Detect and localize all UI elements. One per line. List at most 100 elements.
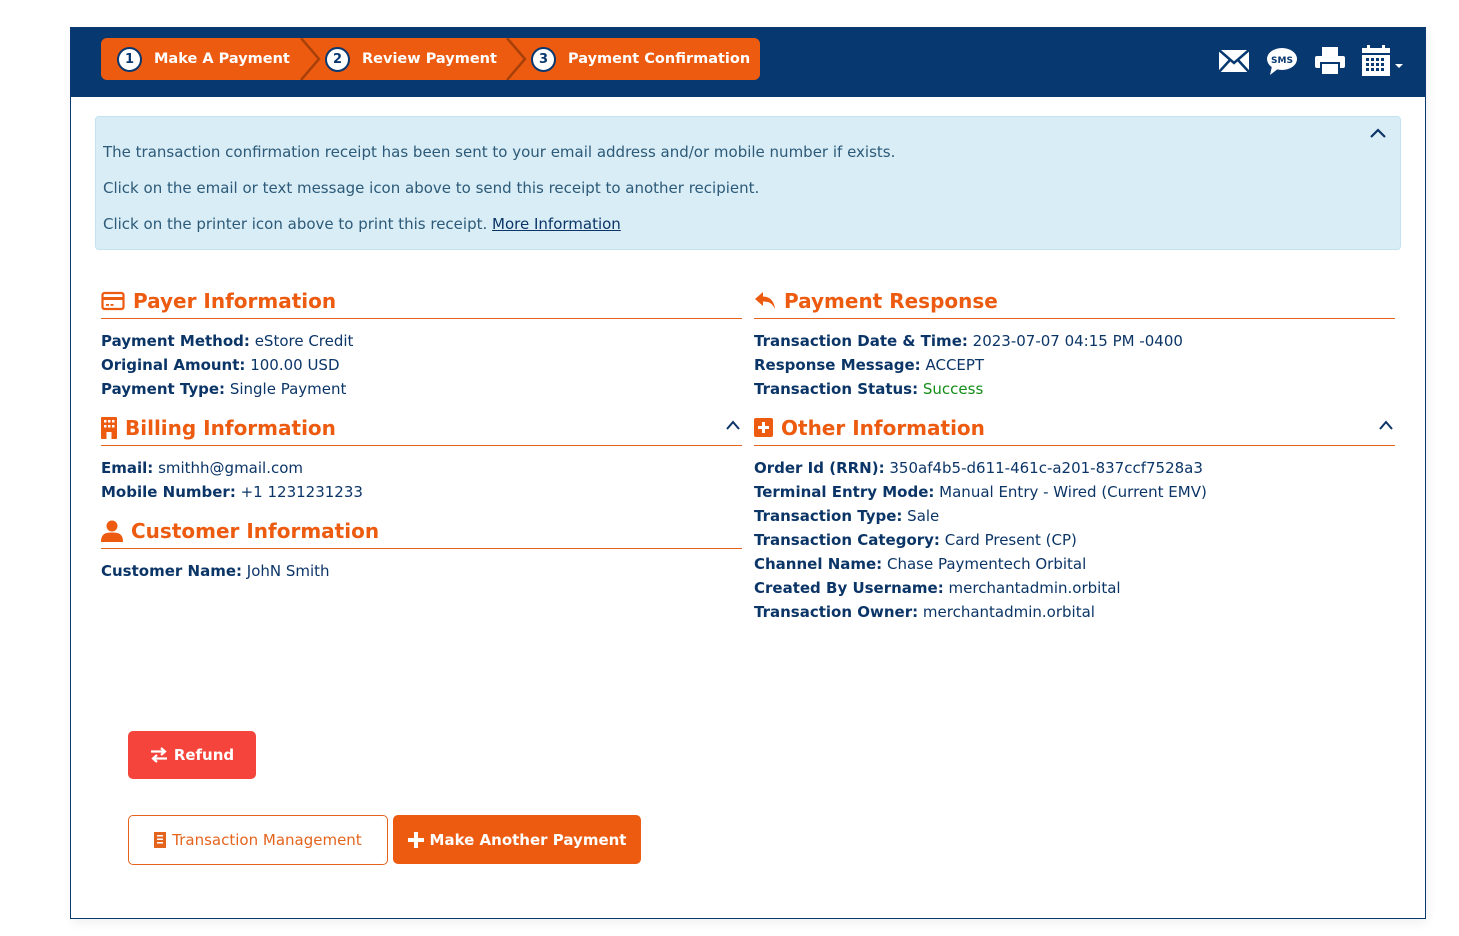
info-row: Mobile Number: +1 1231231233 bbox=[101, 480, 742, 504]
info-row: Terminal Entry Mode: Manual Entry - Wire… bbox=[754, 480, 1395, 504]
info-row: Transaction Category: Card Present (CP) bbox=[754, 528, 1395, 552]
payer-information-section: Payer Information Payment Method: eStore… bbox=[101, 283, 742, 401]
step-label: Payment Confirmation bbox=[568, 51, 751, 67]
section-heading: Payer Information bbox=[101, 283, 742, 319]
row-value: eStore Credit bbox=[254, 332, 354, 350]
calendar-dropdown[interactable] bbox=[1361, 44, 1405, 78]
row-value: 100.00 USD bbox=[250, 356, 340, 374]
step-label: Make A Payment bbox=[154, 51, 290, 67]
row-label: Mobile Number: bbox=[101, 483, 236, 501]
row-value: JohN Smith bbox=[246, 562, 330, 580]
section-title: Billing Information bbox=[125, 415, 336, 440]
section-heading: Payment Response bbox=[754, 283, 1395, 319]
row-label: Channel Name: bbox=[754, 555, 883, 573]
row-value: +1 1231231233 bbox=[240, 483, 363, 501]
response-rows: Transaction Date & Time: 2023-07-07 04:1… bbox=[754, 319, 1395, 401]
sms-text: SMS bbox=[1271, 56, 1293, 66]
row-value: merchantadmin.orbital bbox=[948, 579, 1121, 597]
row-value: Chase Paymentech Orbital bbox=[886, 555, 1087, 573]
alert-line-2: Click on the email or text message icon … bbox=[103, 179, 760, 197]
customer-rows: Customer Name: JohN Smith bbox=[101, 549, 742, 583]
sms-icon[interactable]: SMS bbox=[1265, 44, 1299, 78]
row-label: Transaction Owner: bbox=[754, 603, 919, 621]
step-review-payment[interactable]: 2 Review Payment bbox=[309, 38, 527, 80]
row-value: merchantadmin.orbital bbox=[922, 603, 1095, 621]
customer-information-section: Customer Information Customer Name: JohN… bbox=[101, 513, 742, 583]
printer-icon[interactable] bbox=[1313, 44, 1347, 78]
make-another-payment-button[interactable]: Make Another Payment bbox=[393, 815, 641, 864]
section-heading: Billing Information bbox=[101, 410, 742, 446]
row-value: Card Present (CP) bbox=[944, 531, 1077, 549]
receipt-info-alert: The transaction confirmation receipt has… bbox=[95, 116, 1401, 250]
step-divider-icon bbox=[506, 38, 527, 80]
section-title: Payment Response bbox=[784, 288, 998, 313]
step-number: 2 bbox=[325, 46, 350, 72]
row-label: Transaction Date & Time: bbox=[754, 332, 968, 350]
row-value: Manual Entry - Wired (Current EMV) bbox=[939, 483, 1207, 501]
payer-rows: Payment Method: eStore Credit Original A… bbox=[101, 319, 742, 401]
step-number: 1 bbox=[117, 46, 142, 72]
email-icon[interactable] bbox=[1217, 44, 1251, 78]
info-row: Order Id (RRN): 350af4b5-d611-461c-a201-… bbox=[754, 456, 1395, 480]
alert-line-3: Click on the printer icon above to print… bbox=[103, 215, 621, 233]
row-label: Order Id (RRN): bbox=[754, 459, 885, 477]
other-information-section: Other Information Order Id (RRN): 350af4… bbox=[754, 410, 1395, 624]
info-row: Created By Username: merchantadmin.orbit… bbox=[754, 576, 1395, 600]
info-row: Email: smithh@gmail.com bbox=[101, 456, 742, 480]
row-value: Single Payment bbox=[229, 380, 347, 398]
top-bar: 1 Make A Payment 2 Review Payment 3 Paym… bbox=[71, 28, 1425, 97]
info-row: Response Message: ACCEPT bbox=[754, 353, 1395, 377]
calendar-icon bbox=[1362, 45, 1403, 76]
step-label: Review Payment bbox=[362, 51, 497, 67]
refund-button[interactable]: Refund bbox=[128, 731, 256, 779]
step-number: 3 bbox=[531, 46, 556, 72]
info-row: Customer Name: JohN Smith bbox=[101, 559, 742, 583]
step-divider-icon bbox=[300, 38, 321, 80]
alert-line-3-text: Click on the printer icon above to print… bbox=[103, 215, 488, 233]
row-label: Response Message: bbox=[754, 356, 921, 374]
info-row: Transaction Status: Success bbox=[754, 377, 1395, 401]
transaction-management-label: Transaction Management bbox=[172, 831, 362, 849]
info-row: Transaction Owner: merchantadmin.orbital bbox=[754, 600, 1395, 624]
reply-icon bbox=[754, 291, 776, 311]
chevron-up-icon[interactable] bbox=[724, 418, 742, 432]
step-payment-confirmation[interactable]: 3 Payment Confirmation bbox=[515, 38, 750, 80]
info-row: Transaction Type: Sale bbox=[754, 504, 1395, 528]
row-value: smithh@gmail.com bbox=[158, 459, 304, 477]
wizard-steps: 1 Make A Payment 2 Review Payment 3 Paym… bbox=[101, 38, 760, 80]
other-rows: Order Id (RRN): 350af4b5-d611-461c-a201-… bbox=[754, 446, 1395, 624]
row-label: Transaction Status: bbox=[754, 380, 919, 398]
info-row: Payment Method: eStore Credit bbox=[101, 329, 742, 353]
row-label: Transaction Category: bbox=[754, 531, 940, 549]
plus-icon bbox=[407, 831, 424, 848]
alert-line-1: The transaction confirmation receipt has… bbox=[103, 143, 896, 161]
row-label: Original Amount: bbox=[101, 356, 246, 374]
row-label: Customer Name: bbox=[101, 562, 242, 580]
row-label: Created By Username: bbox=[754, 579, 944, 597]
chevron-up-icon[interactable] bbox=[1377, 418, 1395, 432]
row-value: 350af4b5-d611-461c-a201-837ccf7528a3 bbox=[889, 459, 1203, 477]
row-value: 2023-07-07 04:15 PM -0400 bbox=[972, 332, 1183, 350]
plus-square-icon bbox=[754, 418, 773, 437]
row-label: Terminal Entry Mode: bbox=[754, 483, 935, 501]
section-title: Payer Information bbox=[133, 288, 337, 313]
row-label: Payment Type: bbox=[101, 380, 226, 398]
section-title: Other Information bbox=[781, 415, 985, 440]
row-label: Transaction Type: bbox=[754, 507, 903, 525]
section-title: Customer Information bbox=[131, 518, 380, 543]
info-row: Channel Name: Chase Paymentech Orbital bbox=[754, 552, 1395, 576]
toolbar-icons: SMS bbox=[1217, 44, 1405, 78]
section-heading: Other Information bbox=[754, 410, 1395, 446]
chevron-up-icon[interactable] bbox=[1368, 125, 1388, 141]
step-make-a-payment[interactable]: 1 Make A Payment bbox=[101, 38, 321, 80]
section-heading: Customer Information bbox=[101, 513, 742, 549]
user-icon bbox=[101, 520, 123, 542]
info-row: Original Amount: 100.00 USD bbox=[101, 353, 742, 377]
make-another-payment-label: Make Another Payment bbox=[429, 830, 627, 849]
status-value: Success bbox=[922, 380, 984, 398]
info-row: Payment Type: Single Payment bbox=[101, 377, 742, 401]
row-value: Sale bbox=[907, 507, 940, 525]
transaction-management-button[interactable]: Transaction Management bbox=[128, 815, 388, 865]
more-information-link[interactable]: More Information bbox=[492, 215, 621, 233]
payment-confirmation-panel: 1 Make A Payment 2 Review Payment 3 Paym… bbox=[70, 27, 1426, 919]
